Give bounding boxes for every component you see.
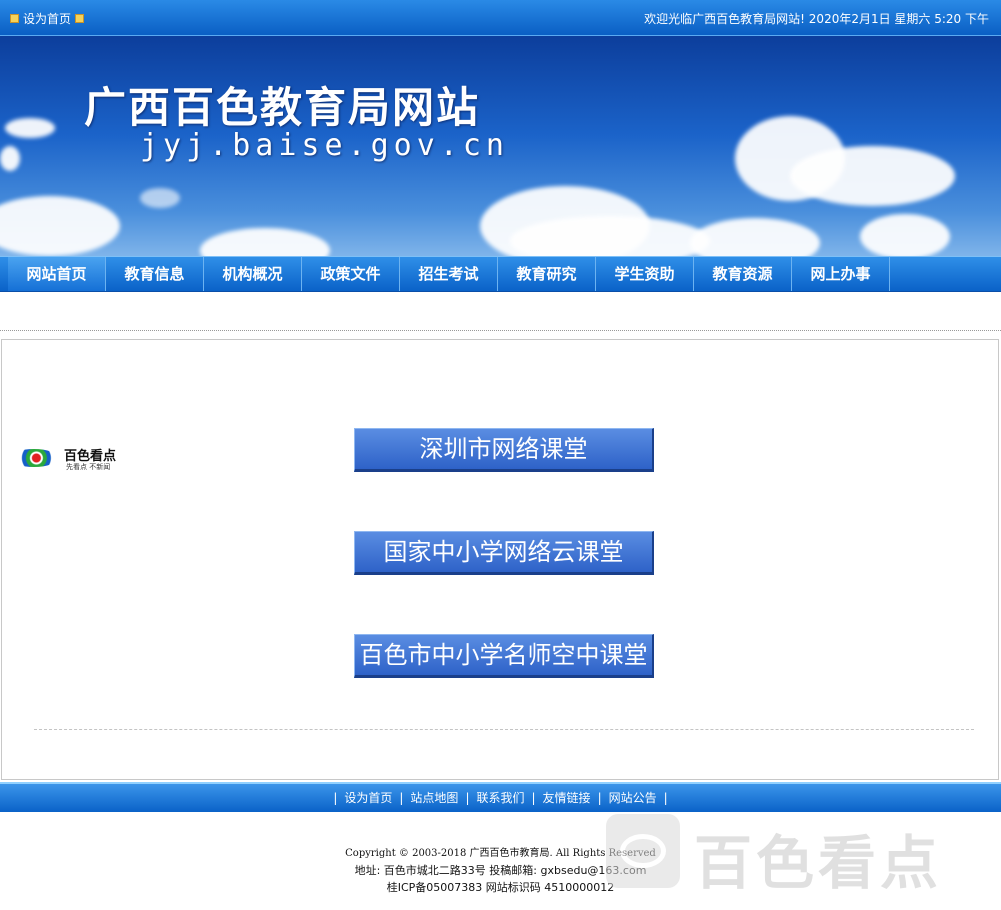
top-bar: 设为首页 欢迎光临广西百色教育局网站! 2020年2月1日 星期六 5:20 下… bbox=[0, 0, 1001, 36]
footer-link-set-home[interactable]: 设为首页 bbox=[344, 784, 392, 812]
baise-kandian-logo: 百色看点 先看点 不新闻 bbox=[10, 443, 130, 473]
national-cloud-class-button[interactable]: 国家中小学网络云课堂 bbox=[354, 531, 654, 575]
main-nav: 网站首页 教育信息 机构概况 政策文件 招生考试 教育研究 学生资助 教育资源 … bbox=[0, 256, 1001, 292]
home-icon bbox=[10, 14, 19, 23]
nav-item-home[interactable]: 网站首页 bbox=[8, 257, 106, 291]
nav-item-student-aid[interactable]: 学生资助 bbox=[596, 257, 694, 291]
nav-item-online-services[interactable]: 网上办事 bbox=[792, 257, 890, 291]
footer-link-contact[interactable]: 联系我们 bbox=[476, 784, 524, 812]
main-panel: 百色看点 先看点 不新闻 深圳市网络课堂 国家中小学网络云课堂 百色市中小学名师… bbox=[1, 339, 999, 780]
footer-link-friends[interactable]: 友情链接 bbox=[543, 784, 591, 812]
nav-item-resources[interactable]: 教育资源 bbox=[694, 257, 792, 291]
watermark-logo-icon bbox=[606, 814, 680, 888]
logo-slogan: 先看点 不新闻 bbox=[66, 463, 111, 471]
footer-nav: | 设为首页 | 站点地图 | 联系我们 | 友情链接 | 网站公告 | bbox=[0, 782, 1001, 812]
nav-item-policy[interactable]: 政策文件 bbox=[302, 257, 400, 291]
bookmark-icon[interactable] bbox=[75, 14, 85, 23]
nav-item-education-info[interactable]: 教育信息 bbox=[106, 257, 204, 291]
nav-item-research[interactable]: 教育研究 bbox=[498, 257, 596, 291]
site-domain: jyj.baise.gov.cn bbox=[140, 128, 509, 163]
set-home-link[interactable]: 设为首页 bbox=[23, 10, 71, 27]
watermark-text: 百色看点 bbox=[694, 829, 943, 897]
site-banner: 广西百色教育局网站 jyj.baise.gov.cn bbox=[0, 36, 1001, 256]
logo-icon bbox=[10, 449, 58, 467]
nav-item-organization[interactable]: 机构概况 bbox=[204, 257, 302, 291]
site-title: 广西百色教育局网站 bbox=[84, 83, 481, 132]
set-home-group: 设为首页 bbox=[10, 10, 85, 27]
baise-famous-teacher-class-button[interactable]: 百色市中小学名师空中课堂 bbox=[354, 634, 654, 678]
welcome-text: 欢迎光临广西百色教育局网站! 2020年2月1日 星期六 5:20 下午 bbox=[644, 12, 989, 26]
divider bbox=[0, 330, 1001, 331]
watermark: 百色看点 bbox=[606, 810, 996, 897]
panel-divider bbox=[34, 729, 974, 730]
nav-item-admissions[interactable]: 招生考试 bbox=[400, 257, 498, 291]
footer-link-sitemap[interactable]: 站点地图 bbox=[410, 784, 458, 812]
shenzhen-online-class-button[interactable]: 深圳市网络课堂 bbox=[354, 428, 654, 472]
footer-link-announcement[interactable]: 网站公告 bbox=[609, 784, 657, 812]
